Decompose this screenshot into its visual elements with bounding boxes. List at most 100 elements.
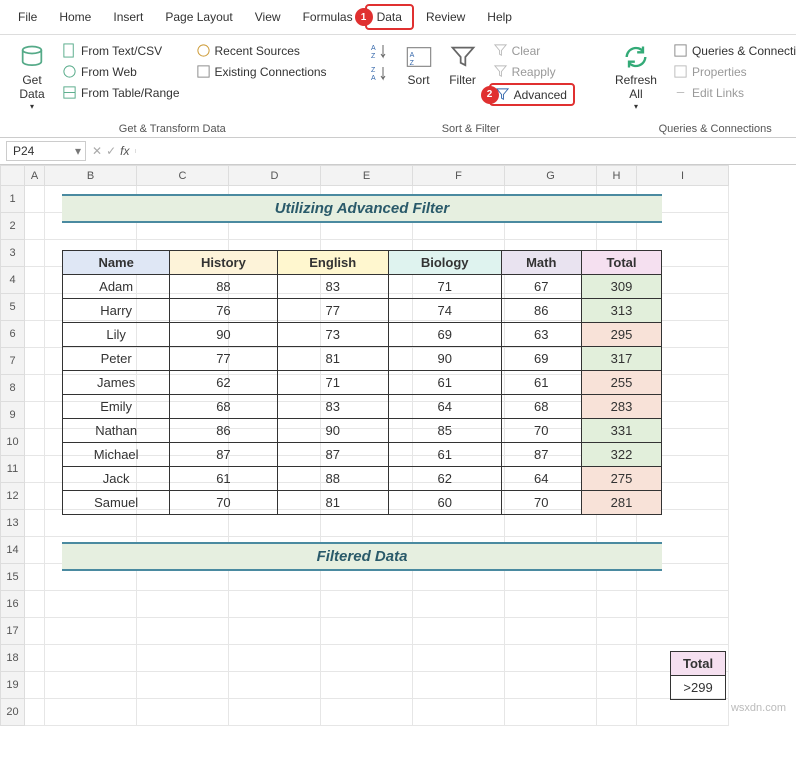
cell[interactable]: [413, 591, 505, 618]
menu-data[interactable]: Data1: [365, 4, 414, 30]
cell[interactable]: [637, 618, 729, 645]
cell[interactable]: [25, 564, 45, 591]
cell[interactable]: [137, 699, 229, 726]
sort-desc-button[interactable]: ZA: [367, 63, 393, 83]
cell[interactable]: [229, 591, 321, 618]
sort-button[interactable]: AZ Sort: [401, 41, 437, 89]
col-header[interactable]: F: [413, 166, 505, 186]
fx-icon[interactable]: fx: [120, 144, 129, 158]
cell[interactable]: [413, 699, 505, 726]
cell[interactable]: [505, 672, 597, 699]
from-web-button[interactable]: From Web: [58, 62, 184, 81]
from-text-csv-button[interactable]: From Text/CSV: [58, 41, 184, 60]
cell[interactable]: [25, 618, 45, 645]
get-data-button[interactable]: Get Data ▾: [14, 41, 50, 113]
cell[interactable]: [137, 618, 229, 645]
cell[interactable]: [45, 591, 137, 618]
row-header[interactable]: 3: [1, 240, 25, 267]
cell[interactable]: [25, 267, 45, 294]
cell[interactable]: [637, 699, 729, 726]
existing-connections-button[interactable]: Existing Connections: [192, 62, 331, 81]
recent-sources-button[interactable]: Recent Sources: [192, 41, 331, 60]
cell[interactable]: [25, 645, 45, 672]
cell[interactable]: [45, 699, 137, 726]
menu-page-layout[interactable]: Page Layout: [155, 6, 242, 28]
menu-formulas[interactable]: Formulas: [293, 6, 363, 28]
edit-links-button[interactable]: Edit Links: [669, 83, 796, 102]
row-header[interactable]: 4: [1, 267, 25, 294]
cell[interactable]: [597, 591, 637, 618]
row-header[interactable]: 6: [1, 321, 25, 348]
col-header[interactable]: C: [137, 166, 229, 186]
row-header[interactable]: 10: [1, 429, 25, 456]
row-header[interactable]: 11: [1, 456, 25, 483]
name-box[interactable]: P24: [6, 141, 86, 161]
clear-button[interactable]: Clear: [489, 41, 575, 60]
cell[interactable]: [45, 618, 137, 645]
cell[interactable]: [25, 591, 45, 618]
cell[interactable]: [25, 321, 45, 348]
row-header[interactable]: 18: [1, 645, 25, 672]
cell[interactable]: [25, 375, 45, 402]
cell[interactable]: [413, 618, 505, 645]
cell[interactable]: [25, 429, 45, 456]
cell[interactable]: [25, 213, 45, 240]
cell[interactable]: [45, 672, 137, 699]
cancel-icon[interactable]: ✕: [92, 144, 102, 158]
cell[interactable]: [137, 591, 229, 618]
cell[interactable]: [229, 645, 321, 672]
cell[interactable]: [25, 240, 45, 267]
cell[interactable]: [25, 348, 45, 375]
cell[interactable]: [229, 699, 321, 726]
cell[interactable]: [505, 645, 597, 672]
reapply-button[interactable]: Reapply: [489, 62, 575, 81]
menu-insert[interactable]: Insert: [103, 6, 153, 28]
cell[interactable]: [321, 591, 413, 618]
cell[interactable]: [505, 699, 597, 726]
row-header[interactable]: 16: [1, 591, 25, 618]
advanced-button[interactable]: 2 Advanced: [489, 83, 575, 106]
properties-button[interactable]: Properties: [669, 62, 796, 81]
row-header[interactable]: 2: [1, 213, 25, 240]
row-header[interactable]: 8: [1, 375, 25, 402]
cell[interactable]: [637, 591, 729, 618]
col-header[interactable]: H: [597, 166, 637, 186]
row-header[interactable]: 1: [1, 186, 25, 213]
cell[interactable]: [597, 699, 637, 726]
menu-file[interactable]: File: [8, 6, 47, 28]
cell[interactable]: [229, 672, 321, 699]
cell[interactable]: [597, 618, 637, 645]
col-header[interactable]: G: [505, 166, 597, 186]
cell[interactable]: [137, 645, 229, 672]
col-header[interactable]: B: [45, 166, 137, 186]
menu-home[interactable]: Home: [49, 6, 101, 28]
cell[interactable]: [137, 672, 229, 699]
col-header[interactable]: I: [637, 166, 729, 186]
row-header[interactable]: 13: [1, 510, 25, 537]
cell[interactable]: [45, 645, 137, 672]
cell[interactable]: [25, 294, 45, 321]
from-table-range-button[interactable]: From Table/Range: [58, 83, 184, 102]
refresh-all-button[interactable]: Refresh All ▾: [611, 41, 661, 113]
cell[interactable]: [597, 645, 637, 672]
cell[interactable]: [229, 618, 321, 645]
formula-input[interactable]: [135, 149, 790, 153]
row-header[interactable]: 7: [1, 348, 25, 375]
enter-icon[interactable]: ✓: [106, 144, 116, 158]
cell[interactable]: [25, 699, 45, 726]
row-header[interactable]: 5: [1, 294, 25, 321]
col-header[interactable]: D: [229, 166, 321, 186]
cell[interactable]: [25, 510, 45, 537]
menu-view[interactable]: View: [245, 6, 291, 28]
cell[interactable]: [413, 672, 505, 699]
cell[interactable]: [25, 402, 45, 429]
filter-button[interactable]: Filter: [445, 41, 481, 89]
cell[interactable]: [321, 699, 413, 726]
menu-review[interactable]: Review: [416, 6, 475, 28]
cell[interactable]: [321, 672, 413, 699]
col-header[interactable]: E: [321, 166, 413, 186]
cell[interactable]: [505, 618, 597, 645]
queries-connections-button[interactable]: Queries & Connections: [669, 41, 796, 60]
cell[interactable]: [321, 618, 413, 645]
row-header[interactable]: 17: [1, 618, 25, 645]
